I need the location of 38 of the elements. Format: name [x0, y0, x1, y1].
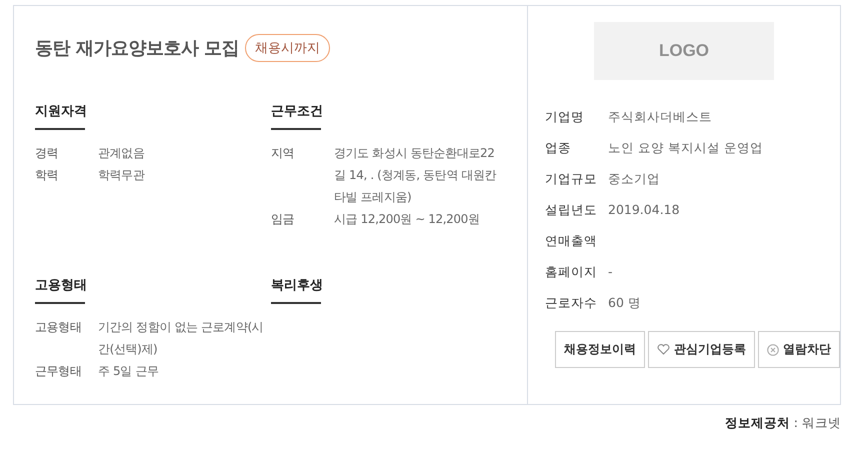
- field-value: 시급 12,200원 ~ 12,200원: [334, 211, 480, 228]
- company-value: -: [608, 263, 613, 281]
- field-label: 고용형태: [35, 319, 82, 336]
- field-value: 관계없음: [98, 145, 146, 162]
- close-circle-icon: [767, 344, 779, 356]
- deadline-badge: 채용시까지: [245, 34, 330, 62]
- company-label: 업종: [545, 139, 572, 157]
- field-value: 경기도 화성시 동탄순환대로22길 14, . (청계동, 동탄역 대원칸타빌 프레지움): [334, 145, 498, 206]
- company-value: 60 명: [608, 294, 641, 312]
- field-label: 경력: [35, 145, 60, 162]
- company-label: 기업규모: [545, 170, 598, 188]
- field-value: 학력무관: [98, 167, 146, 184]
- action-button[interactable]: 열람차단: [758, 331, 840, 368]
- company-label: 기업명: [545, 108, 585, 126]
- heart-icon: [657, 344, 670, 355]
- company-label: 근로자수: [545, 294, 598, 312]
- action-button[interactable]: 채용정보이력: [555, 331, 645, 368]
- company-value: 노인 요양 복지시설 운영업: [608, 139, 763, 157]
- logo-text: LOGO: [658, 41, 710, 61]
- field-label: 임금: [271, 211, 296, 228]
- field-value: 기간의 정함이 없는 근로계약(시간(선택)제): [98, 319, 264, 358]
- field-label: 근무형태: [35, 363, 82, 380]
- company-label: 설립년도: [545, 201, 598, 219]
- section-heading: 복리후생: [271, 276, 321, 304]
- field-label: 지역: [271, 145, 296, 162]
- company-value: 2019.04.18: [608, 201, 680, 219]
- section-heading: 근무조건: [271, 102, 321, 130]
- company-value: 주식회사더베스트: [608, 108, 712, 126]
- source-text: 정보제공처 : 워크넷: [724, 415, 841, 430]
- company-label: 홈페이지: [545, 263, 598, 281]
- field-value: 주 5일 근무: [98, 363, 160, 380]
- company-label: 연매출액: [545, 232, 598, 250]
- field-label: 학력: [35, 167, 60, 184]
- company-value: 중소기업: [608, 170, 660, 188]
- action-button[interactable]: 관심기업등록: [648, 331, 755, 368]
- section-heading: 지원자격: [35, 102, 85, 130]
- section-heading: 고용형태: [35, 276, 85, 304]
- job-title: 동탄 재가요양보호사 모집: [35, 37, 240, 60]
